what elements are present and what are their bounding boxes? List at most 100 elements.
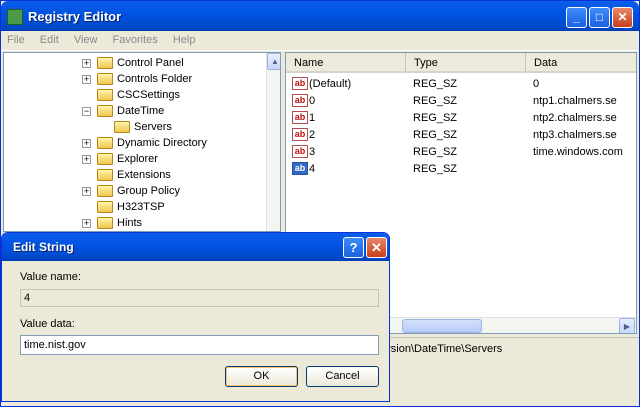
value-data: time.windows.com bbox=[533, 145, 623, 158]
folder-icon bbox=[97, 105, 113, 117]
string-value-icon: ab bbox=[292, 128, 308, 141]
value-data-label: Value data: bbox=[20, 318, 75, 330]
value-name: 2 bbox=[309, 128, 316, 141]
value-name: 4 bbox=[309, 162, 316, 175]
close-button[interactable]: ✕ bbox=[612, 7, 633, 28]
tree-item[interactable]: H323TSP bbox=[82, 199, 165, 215]
collapse-icon[interactable]: − bbox=[82, 106, 91, 116]
value-type: REG_SZ bbox=[413, 77, 458, 90]
tree-item-label: Controls Folder bbox=[117, 73, 193, 85]
list-header: Name Type Data bbox=[286, 53, 636, 73]
column-name-header[interactable]: Name bbox=[286, 53, 406, 71]
expand-icon[interactable]: + bbox=[82, 218, 91, 228]
value-row[interactable]: ab 3 REG_SZ time.windows.com bbox=[286, 143, 636, 160]
tree-item[interactable]: Extensions bbox=[82, 167, 171, 183]
folder-icon bbox=[97, 185, 113, 197]
tree-item[interactable]: − DateTime bbox=[82, 103, 164, 119]
tree-item[interactable]: + Explorer bbox=[82, 151, 158, 167]
value-data: ntp3.chalmers.se bbox=[533, 128, 617, 141]
tree-item-label: Extensions bbox=[117, 169, 171, 181]
minimize-button[interactable]: _ bbox=[566, 7, 587, 28]
expand-icon[interactable]: + bbox=[82, 186, 91, 196]
maximize-button[interactable]: □ bbox=[589, 7, 610, 28]
menu-edit[interactable]: Edit bbox=[34, 31, 65, 49]
folder-icon bbox=[97, 89, 113, 101]
scrollbar-thumb[interactable] bbox=[402, 319, 482, 333]
value-data: 0 bbox=[533, 77, 540, 90]
tree-item-label: Dynamic Directory bbox=[117, 137, 207, 149]
folder-icon bbox=[97, 169, 113, 181]
folder-icon bbox=[97, 201, 113, 213]
tree-item-label: H323TSP bbox=[117, 201, 165, 213]
menu-file[interactable]: File bbox=[1, 31, 31, 49]
menu-favorites[interactable]: Favorites bbox=[107, 31, 164, 49]
value-type: REG_SZ bbox=[413, 111, 458, 124]
folder-icon bbox=[97, 57, 113, 69]
expand-icon[interactable]: + bbox=[82, 154, 91, 164]
value-row[interactable]: ab 2 REG_SZ ntp3.chalmers.se bbox=[286, 126, 636, 143]
folder-icon bbox=[114, 121, 130, 133]
menu-view[interactable]: View bbox=[68, 31, 104, 49]
vertical-scrollbar[interactable]: ▲ bbox=[266, 53, 280, 231]
registry-editor-icon bbox=[7, 9, 23, 25]
tree-item[interactable]: + Dynamic Directory bbox=[82, 135, 207, 151]
value-row[interactable]: ab 4 REG_SZ bbox=[286, 160, 636, 177]
value-type: REG_SZ bbox=[413, 162, 458, 175]
tree-item-label: Explorer bbox=[117, 153, 158, 165]
value-data: ntp1.chalmers.se bbox=[533, 94, 617, 107]
scroll-up-button[interactable]: ▲ bbox=[267, 53, 280, 70]
dialog-title-bar[interactable]: Edit String ? ✕ bbox=[2, 233, 389, 261]
value-name-label: Value name: bbox=[20, 271, 81, 283]
tree-item-label: Servers bbox=[134, 121, 172, 133]
tree-item-label: DateTime bbox=[117, 105, 165, 117]
string-value-icon: ab bbox=[292, 94, 308, 107]
tree-item[interactable]: Servers bbox=[114, 119, 172, 135]
value-type: REG_SZ bbox=[413, 94, 458, 107]
string-value-icon: ab bbox=[292, 162, 308, 175]
tree-item-label: CSCSettings bbox=[117, 89, 180, 101]
tree-item[interactable]: + Hints bbox=[82, 215, 142, 231]
value-data: ntp2.chalmers.se bbox=[533, 111, 617, 124]
title-bar[interactable]: Registry Editor _ □ ✕ bbox=[1, 1, 639, 31]
tree-item-label: Hints bbox=[117, 217, 143, 229]
string-value-icon: ab bbox=[292, 145, 308, 158]
value-data-input[interactable] bbox=[20, 335, 379, 355]
help-button[interactable]: ? bbox=[343, 237, 364, 258]
folder-icon bbox=[97, 217, 113, 229]
edit-string-dialog: Edit String ? ✕ Value name: 4 Value data… bbox=[1, 232, 390, 402]
expand-icon[interactable]: + bbox=[82, 58, 91, 68]
menu-help[interactable]: Help bbox=[167, 31, 202, 49]
column-type-header[interactable]: Type bbox=[406, 53, 526, 71]
tree-item-label: Group Policy bbox=[117, 185, 180, 197]
string-value-icon: ab bbox=[292, 111, 308, 124]
status-path: ersion\DateTime\Servers bbox=[381, 343, 503, 355]
folder-icon bbox=[97, 153, 113, 165]
expand-icon[interactable]: + bbox=[82, 74, 91, 84]
tree-item[interactable]: + Control Panel bbox=[82, 55, 184, 71]
string-value-icon: ab bbox=[292, 77, 308, 90]
folder-icon bbox=[97, 137, 113, 149]
value-row[interactable]: ab 0 REG_SZ ntp1.chalmers.se bbox=[286, 92, 636, 109]
value-type: REG_SZ bbox=[413, 128, 458, 141]
registry-tree[interactable]: + Control Panel + Controls Folder CSCSetting… bbox=[3, 52, 281, 232]
folder-icon bbox=[97, 73, 113, 85]
column-data-header[interactable]: Data bbox=[526, 53, 636, 71]
scroll-right-button[interactable]: ▶ bbox=[619, 318, 635, 333]
value-name: 1 bbox=[309, 111, 316, 124]
ok-button[interactable]: OK bbox=[225, 366, 298, 387]
dialog-close-button[interactable]: ✕ bbox=[366, 237, 387, 258]
value-name: 0 bbox=[309, 94, 316, 107]
dialog-title: Edit String bbox=[13, 240, 74, 254]
menu-bar: File Edit View Favorites Help bbox=[1, 31, 639, 51]
tree-item[interactable]: + Group Policy bbox=[82, 183, 180, 199]
expand-icon[interactable]: + bbox=[82, 138, 91, 148]
value-type: REG_SZ bbox=[413, 145, 458, 158]
value-name: 3 bbox=[309, 145, 316, 158]
tree-item-label: Control Panel bbox=[117, 57, 184, 69]
tree-item[interactable]: + Controls Folder bbox=[82, 71, 192, 87]
value-row[interactable]: ab 1 REG_SZ ntp2.chalmers.se bbox=[286, 109, 636, 126]
cancel-button[interactable]: Cancel bbox=[306, 366, 379, 387]
tree-item[interactable]: CSCSettings bbox=[82, 87, 180, 103]
window-title: Registry Editor bbox=[28, 9, 122, 24]
value-row[interactable]: ab (Default) REG_SZ 0 bbox=[286, 75, 636, 92]
